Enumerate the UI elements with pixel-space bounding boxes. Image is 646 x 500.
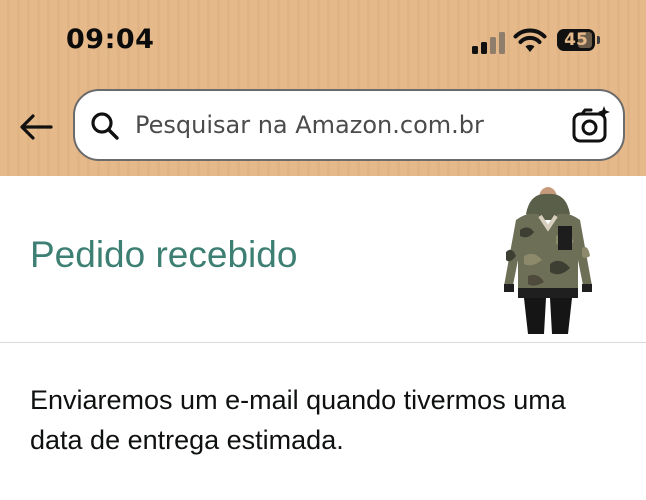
delivery-info-message: Enviaremos um e-mail quando tivermos uma… bbox=[30, 385, 566, 455]
battery-icon: 45 bbox=[557, 29, 595, 51]
order-status-title: Pedido recebido bbox=[30, 234, 298, 275]
order-status-section: Pedido recebido bbox=[0, 176, 646, 342]
search-input[interactable] bbox=[135, 91, 555, 159]
status-bar: 09:04 45 bbox=[0, 0, 646, 80]
product-image[interactable] bbox=[498, 186, 598, 334]
battery-cap bbox=[597, 36, 600, 44]
status-time: 09:04 bbox=[66, 24, 155, 55]
camera-search-icon[interactable] bbox=[571, 105, 611, 145]
search-icon bbox=[91, 112, 119, 140]
cellular-signal-icon bbox=[472, 32, 505, 54]
section-divider bbox=[0, 342, 646, 343]
header: 09:04 45 bbox=[0, 0, 646, 176]
back-arrow-icon[interactable] bbox=[18, 112, 54, 142]
battery-level: 45 bbox=[564, 30, 588, 50]
wifi-icon bbox=[513, 28, 547, 52]
search-bar[interactable] bbox=[73, 89, 625, 161]
